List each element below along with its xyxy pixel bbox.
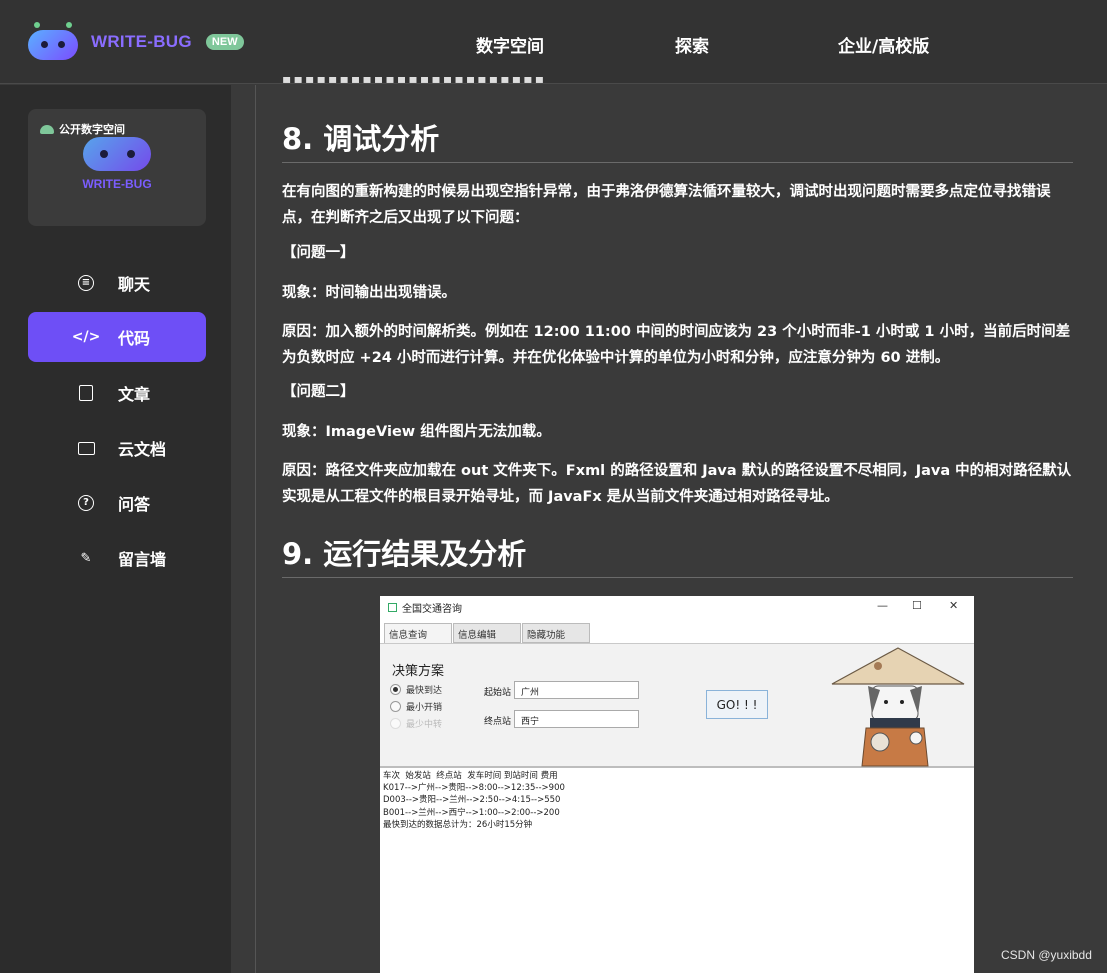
- app-tabs: 信息查询 信息编辑 隐藏功能: [384, 623, 591, 643]
- minimize-icon: —: [877, 599, 888, 612]
- section-divider: [282, 577, 1073, 578]
- article-content: ▪▪▪▪▪▪▪▪▪▪▪▪▪▪▪▪▪▪▪▪▪▪▪ 8. 调试分析 在有向图的重新构…: [282, 77, 1074, 973]
- sidebar: 公开数字空间 WRITE-BUG ≡ 聊天 </> 代码 文章 云文档 ? 问答…: [0, 85, 231, 973]
- problem-1-reason: 原因：加入额外的时间解析类。例如在 12:00 11:00 中间的时间应该为 2…: [282, 324, 1071, 366]
- new-badge: NEW: [205, 34, 244, 50]
- sidebar-item-chat[interactable]: ≡ 聊天: [28, 258, 206, 308]
- problem-2-reason: 原因：路径文件夹应加载在 out 文件夹下。Fxml 的路径设置和 Java 默…: [282, 463, 1072, 505]
- robot-avatar-icon: [83, 131, 153, 171]
- sidebar-item-label: 云文档: [118, 440, 167, 459]
- sidebar-item-label: 文章: [118, 385, 151, 404]
- logo[interactable]: WRITE-BUG NEW: [26, 22, 244, 62]
- watermark: CSDN @yuxibdd: [1001, 948, 1092, 962]
- end-station-label: 终点站: [484, 717, 512, 727]
- app-icon: [388, 602, 397, 612]
- close-icon: ✕: [949, 599, 959, 612]
- sidebar-item-message-wall[interactable]: ✎ 留言墙: [28, 533, 206, 583]
- end-station-field: 西宁: [514, 710, 639, 728]
- decision-title: 决策方案: [392, 664, 445, 679]
- section-divider: [282, 162, 1073, 163]
- top-navbar: WRITE-BUG NEW 数字空间 探索 企业/高校版: [0, 0, 1107, 84]
- section-8-title: 8. 调试分析: [282, 122, 440, 156]
- query-panel: 决策方案 最快到达 最小开销 最少中转 起始站 广州 终点站 西宁 GO! ! …: [380, 643, 974, 768]
- tab-info-query: 信息查询: [384, 623, 452, 643]
- maximize-icon: ☐: [912, 599, 922, 612]
- nav-enterprise[interactable]: 企业/高校版: [838, 32, 929, 57]
- start-station-field: 广州: [514, 681, 639, 699]
- sidebar-item-label: 聊天: [118, 275, 151, 294]
- space-card[interactable]: 公开数字空间 WRITE-BUG: [28, 109, 206, 226]
- article-icon: [77, 384, 95, 402]
- option-fastest: 最快到达: [390, 683, 442, 696]
- content-divider: [255, 85, 256, 973]
- problem-1-title: 【问题一】: [282, 245, 355, 261]
- option-cheapest: 最小开销: [390, 700, 442, 713]
- robot-logo-icon: [26, 22, 80, 62]
- nav-digital-space[interactable]: 数字空间: [476, 32, 544, 57]
- nav-explore[interactable]: 探索: [675, 32, 709, 57]
- problem-2-phenomenon: 现象：ImageView 组件图片无法加载。: [282, 424, 551, 440]
- code-icon: </>: [71, 329, 101, 345]
- start-station-label: 起始站: [484, 688, 512, 698]
- android-icon: [40, 124, 54, 134]
- problem-1-phenomenon: 现象：时间输出出现错误。: [282, 285, 456, 301]
- folder-icon: [77, 439, 95, 457]
- edit-icon: ✎: [80, 550, 92, 566]
- window-title: 全国交通咨询: [402, 603, 462, 615]
- sidebar-item-qa[interactable]: ? 问答: [28, 478, 206, 528]
- sidebar-item-article[interactable]: 文章: [28, 368, 206, 418]
- problem-2-title: 【问题二】: [282, 384, 355, 400]
- mascot-illustration: [831, 647, 965, 767]
- sidebar-item-code[interactable]: </> 代码: [28, 312, 206, 362]
- sidebar-item-label: 代码: [118, 329, 151, 348]
- query-result-text: 车次 始发站 终点站 发车时间 到站时间 费用 K017-->广州-->贵阳-->…: [383, 771, 565, 830]
- go-button: GO! ! !: [706, 690, 768, 719]
- brand-name: WRITE-BUG: [91, 32, 192, 51]
- option-fewest-transfers: 最少中转: [390, 717, 442, 730]
- clipped-text-line: ▪▪▪▪▪▪▪▪▪▪▪▪▪▪▪▪▪▪▪▪▪▪▪: [282, 77, 547, 87]
- question-icon: ?: [77, 494, 95, 512]
- sidebar-item-label: 问答: [118, 495, 151, 514]
- sidebar-item-label: 留言墙: [118, 550, 167, 569]
- app-screenshot-image: 全国交通咨询 — ☐ ✕ 信息查询 信息编辑 隐藏功能 决策方案 最快到达 最小…: [380, 596, 974, 973]
- section-9-title: 9. 运行结果及分析: [282, 537, 527, 571]
- tab-info-edit: 信息编辑: [453, 623, 521, 643]
- sidebar-item-cloud-docs[interactable]: 云文档: [28, 423, 206, 473]
- card-brand: WRITE-BUG: [82, 177, 152, 191]
- chat-icon: ≡: [77, 274, 95, 292]
- intro-paragraph: 在有向图的重新构建的时候易出现空指针异常，由于弗洛伊德算法循环量较大，调试时出现…: [282, 184, 1051, 226]
- tab-hidden: 隐藏功能: [522, 623, 590, 643]
